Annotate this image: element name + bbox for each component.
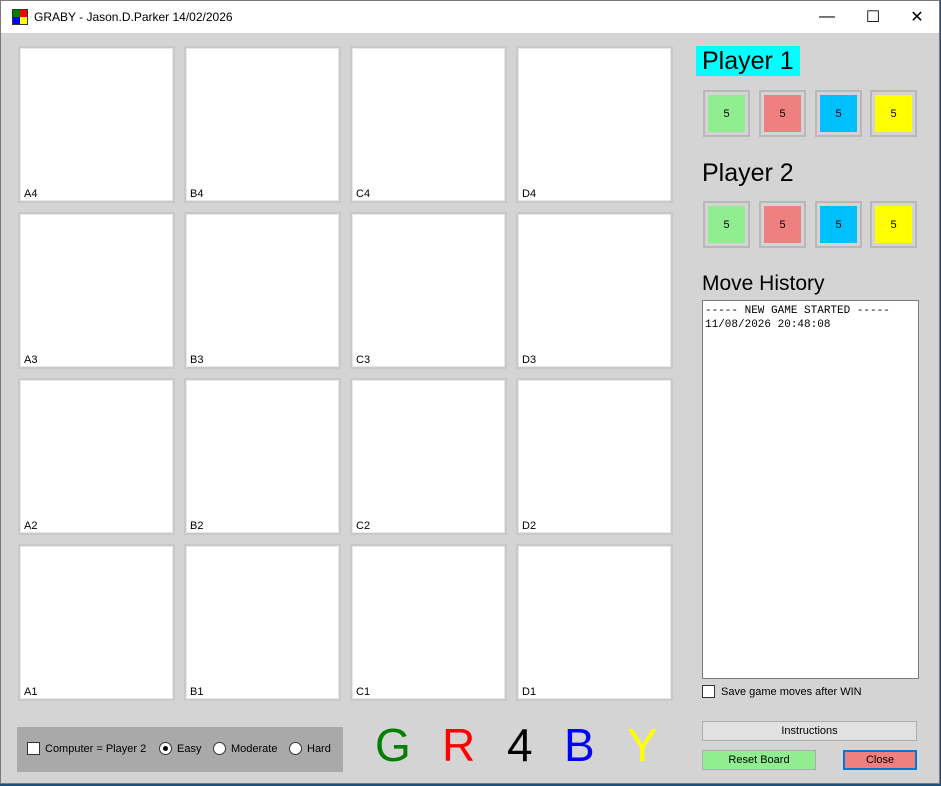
instructions-button[interactable]: Instructions [702, 721, 917, 741]
move-history-textbox[interactable]: ----- NEW GAME STARTED ----- 11/08/2026 2… [702, 300, 919, 679]
player1-yellow-counter[interactable]: 5 [870, 90, 917, 137]
board-cell-a3[interactable]: A3 [18, 212, 175, 369]
cell-label: D1 [522, 686, 537, 698]
cell-label: B2 [190, 520, 204, 532]
close-window-button[interactable]: ✕ [894, 1, 940, 33]
player2-red-counter[interactable]: 5 [759, 201, 806, 248]
computer-player-option[interactable]: Computer = Player 2 [27, 742, 146, 755]
save-moves-option[interactable]: Save game moves after WIN [702, 685, 862, 698]
history-line: 11/08/2026 20:48:08 [705, 319, 831, 331]
cell-label: A1 [24, 686, 38, 698]
player1-green-counter[interactable]: 5 [703, 90, 750, 137]
save-moves-label: Save game moves after WIN [721, 685, 862, 698]
maximize-button[interactable]: ☐ [850, 1, 896, 33]
cell-label: C3 [356, 354, 371, 366]
player2-yellow-counter[interactable]: 5 [870, 201, 917, 248]
player2-blue-counter[interactable]: 5 [815, 201, 862, 248]
player1-red-counter[interactable]: 5 [759, 90, 806, 137]
cell-label: B4 [190, 188, 204, 200]
board-cell-b4[interactable]: B4 [184, 46, 341, 203]
app-window: GRABY - Jason.D.Parker 14/02/2026 — ☐ ✕ … [0, 0, 940, 784]
cell-label: D2 [522, 520, 537, 532]
easy-radio[interactable] [159, 742, 172, 755]
logo-letter-4: 4 [507, 719, 533, 771]
hard-label: Hard [307, 742, 331, 755]
cell-label: A3 [24, 354, 38, 366]
cell-label: D4 [522, 188, 537, 200]
logo-letter-g: G [375, 719, 411, 771]
computer-player-checkbox[interactable] [27, 742, 40, 755]
board-cell-b1[interactable]: B1 [184, 544, 341, 701]
board-cell-c1[interactable]: C1 [350, 544, 507, 701]
cell-label: C4 [356, 188, 371, 200]
window-title: GRABY - Jason.D.Parker 14/02/2026 [34, 10, 233, 24]
cell-label: D3 [522, 354, 537, 366]
easy-label: Easy [177, 742, 202, 755]
difficulty-easy-option[interactable]: Easy [159, 742, 201, 755]
counter-value: 5 [708, 95, 745, 132]
moderate-label: Moderate [231, 742, 278, 755]
board-cell-a2[interactable]: A2 [18, 378, 175, 535]
minimize-button[interactable]: — [804, 1, 850, 33]
board-cell-d4[interactable]: D4 [516, 46, 673, 203]
player2-title: Player 2 [702, 159, 794, 187]
counter-value: 5 [708, 206, 745, 243]
board-cell-b3[interactable]: B3 [184, 212, 341, 369]
board-cell-d2[interactable]: D2 [516, 378, 673, 535]
counter-value: 5 [875, 95, 912, 132]
logo-letter-b: B [564, 719, 595, 771]
board-cell-a4[interactable]: A4 [18, 46, 175, 203]
options-panel: Computer = Player 2 Easy Moderate Hard [17, 727, 343, 772]
counter-value: 5 [764, 206, 801, 243]
cell-label: C2 [356, 520, 371, 532]
counter-value: 5 [820, 206, 857, 243]
hard-radio[interactable] [289, 742, 302, 755]
cell-label: B1 [190, 686, 204, 698]
player1-title: Player 1 [696, 46, 800, 76]
board-cell-c2[interactable]: C2 [350, 378, 507, 535]
player2-green-counter[interactable]: 5 [703, 201, 750, 248]
moderate-radio[interactable] [213, 742, 226, 755]
difficulty-hard-option[interactable]: Hard [289, 742, 331, 755]
logo-letter-y: Y [627, 719, 658, 771]
counter-value: 5 [764, 95, 801, 132]
counter-value: 5 [820, 95, 857, 132]
reset-board-button[interactable]: Reset Board [702, 750, 816, 770]
cell-label: B3 [190, 354, 204, 366]
save-moves-checkbox[interactable] [702, 685, 715, 698]
board-cell-c3[interactable]: C3 [350, 212, 507, 369]
board-cell-d3[interactable]: D3 [516, 212, 673, 369]
board-cell-b2[interactable]: B2 [184, 378, 341, 535]
close-button[interactable]: Close [843, 750, 917, 770]
cell-label: C1 [356, 686, 371, 698]
move-history-title: Move History [702, 272, 825, 295]
difficulty-moderate-option[interactable]: Moderate [213, 742, 277, 755]
history-line: ----- NEW GAME STARTED ----- [705, 305, 890, 317]
app-icon [12, 9, 28, 25]
board-cell-a1[interactable]: A1 [18, 544, 175, 701]
player1-blue-counter[interactable]: 5 [815, 90, 862, 137]
cell-label: A4 [24, 188, 38, 200]
board-cell-c4[interactable]: C4 [350, 46, 507, 203]
counter-value: 5 [875, 206, 912, 243]
board-cell-d1[interactable]: D1 [516, 544, 673, 701]
cell-label: A2 [24, 520, 38, 532]
computer-player-label: Computer = Player 2 [45, 742, 147, 755]
logo-letter-r: R [442, 719, 476, 771]
title-bar[interactable]: GRABY - Jason.D.Parker 14/02/2026 — ☐ ✕ [1, 1, 939, 33]
